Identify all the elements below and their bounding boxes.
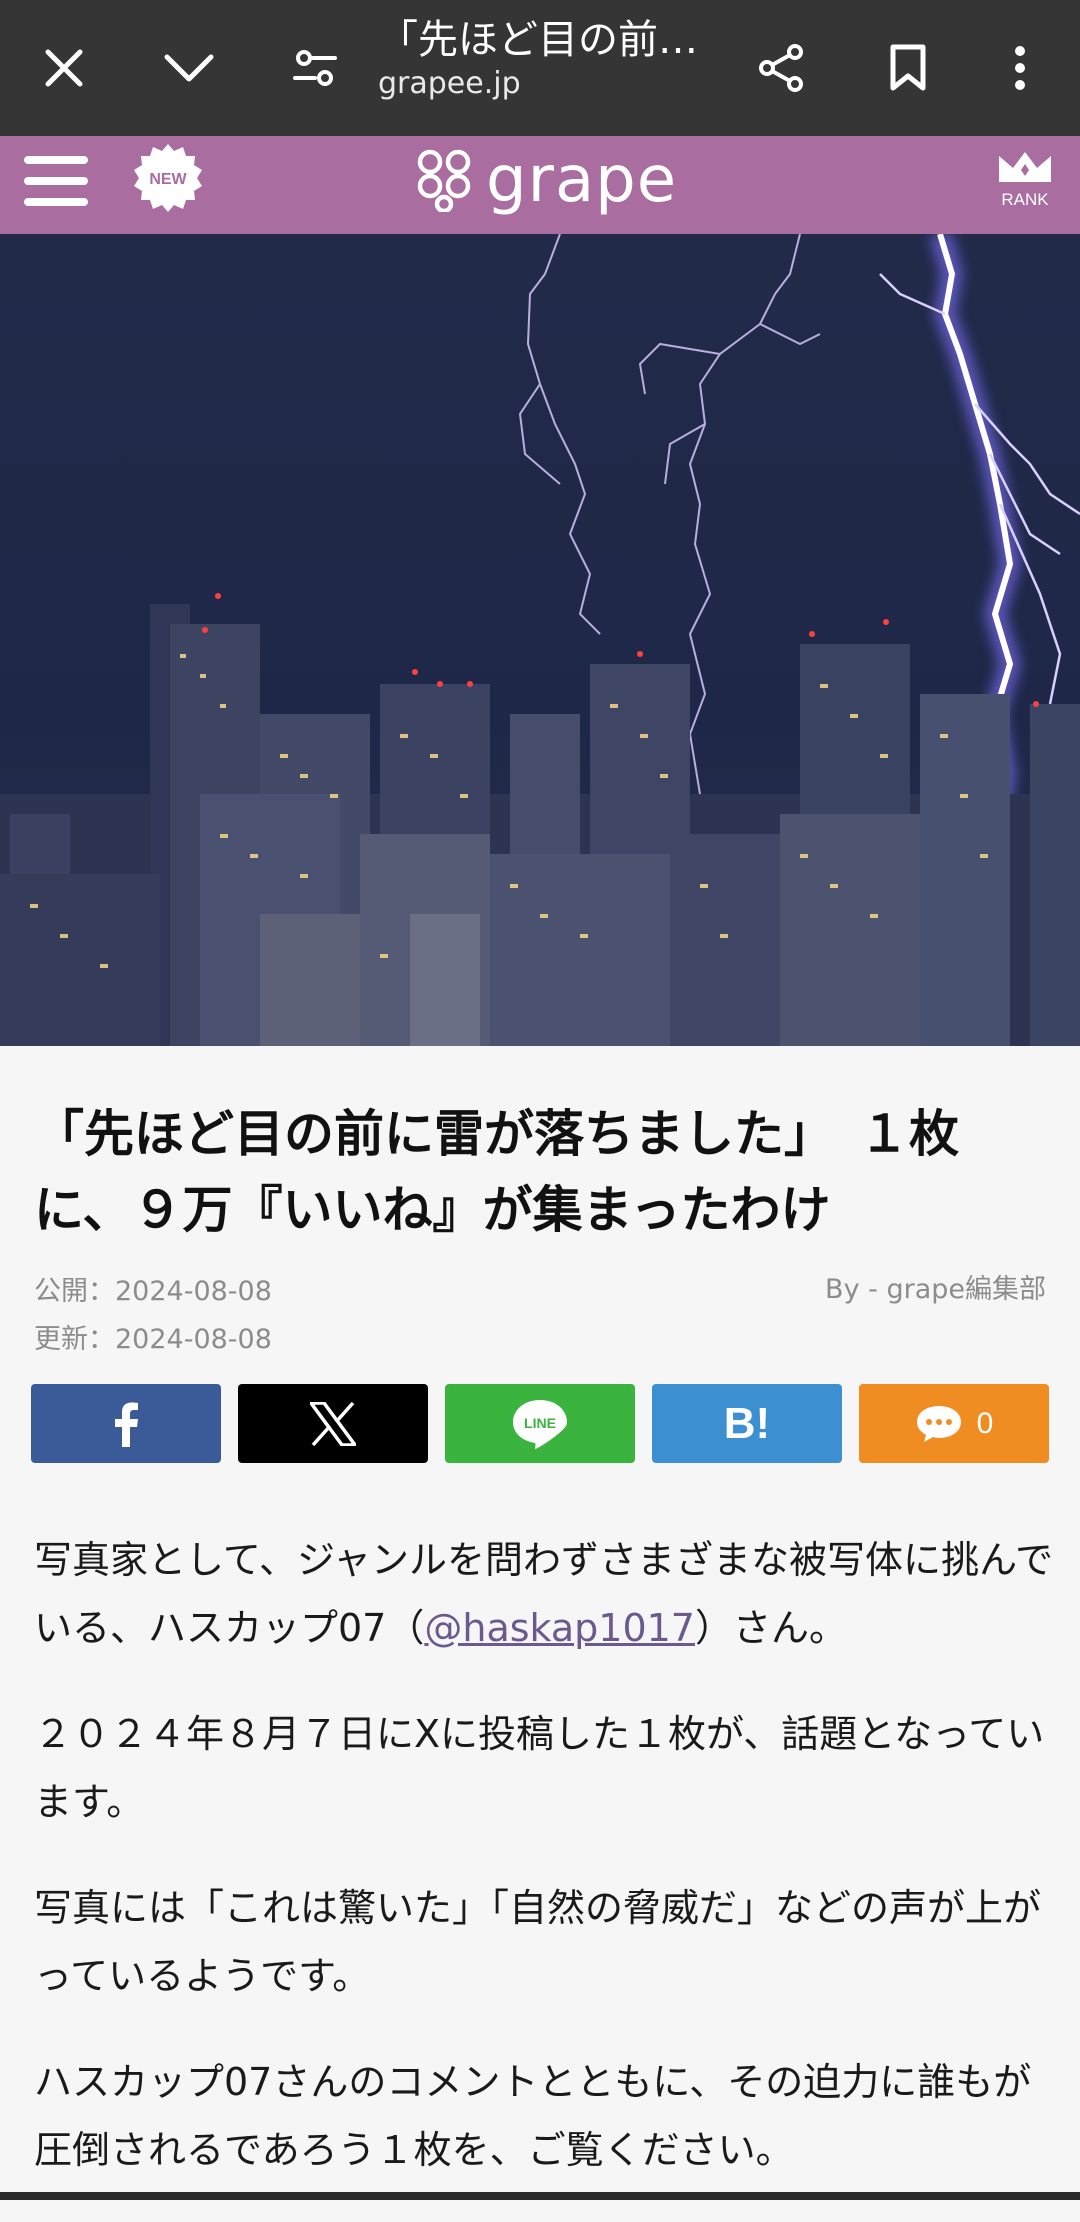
paragraph-3: 写真には「これは驚いた」「自然の脅威だ」などの声が上がっているようです。 bbox=[34, 1886, 1042, 1998]
comment-bubble-icon bbox=[916, 1405, 961, 1442]
facebook-share-button[interactable] bbox=[31, 1384, 221, 1463]
new-badge-text: NEW bbox=[149, 171, 187, 188]
site-settings-button[interactable] bbox=[265, 18, 365, 118]
tune-icon bbox=[293, 50, 337, 86]
logo-text: grape bbox=[486, 143, 678, 217]
comment-count: 0 bbox=[976, 1406, 994, 1440]
published-date: 公開：2024-08-08 bbox=[34, 1276, 272, 1307]
x-logo-icon bbox=[310, 1401, 356, 1446]
line-icon: LINE bbox=[513, 1399, 567, 1449]
url-text: grapee.jp bbox=[378, 66, 521, 101]
share-page-button[interactable] bbox=[732, 18, 832, 118]
page-title-area[interactable]: 「先ほど目の前… grapee.jp bbox=[378, 14, 728, 102]
crown-icon bbox=[999, 152, 1051, 182]
hero-image bbox=[0, 234, 1080, 1046]
author-byline[interactable]: By - grape編集部 bbox=[825, 1268, 1046, 1312]
bookmark-button[interactable] bbox=[858, 18, 958, 118]
close-icon bbox=[45, 49, 83, 87]
more-options-button[interactable] bbox=[970, 18, 1070, 118]
new-badge-button[interactable]: NEW bbox=[132, 142, 204, 218]
new-badge-icon: NEW bbox=[134, 144, 202, 212]
chevron-down-icon bbox=[164, 54, 214, 82]
paragraph-1-tail: ）さん。 bbox=[694, 1606, 847, 1650]
hamburger-menu-icon[interactable] bbox=[24, 156, 88, 214]
hatena-bookmark-button[interactable]: B! bbox=[652, 1384, 842, 1463]
grape-logo-icon bbox=[417, 149, 471, 212]
paragraph-2: ２０２４年８月７日にXに投稿した１枚が、話題となっています。 bbox=[34, 1712, 1045, 1824]
x-share-button[interactable] bbox=[238, 1384, 428, 1463]
share-buttons: LINE B! 0 bbox=[31, 1384, 1051, 1463]
share-icon bbox=[759, 44, 803, 92]
more-vert-icon bbox=[1015, 46, 1025, 90]
tab-title: 「先ほど目の前… bbox=[378, 17, 698, 63]
facebook-icon bbox=[115, 1402, 138, 1447]
haskap-profile-link[interactable]: @haskap1017 bbox=[424, 1606, 695, 1650]
lightning-cityscape-image bbox=[0, 234, 1080, 1046]
line-share-button[interactable]: LINE bbox=[445, 1384, 635, 1463]
paragraph-1: 写真家として、ジャンルを問わずさまざまな被写体に挑んでいる、ハスカップ07（@h… bbox=[34, 1526, 1054, 1662]
updated-date: 更新：2024-08-08 bbox=[34, 1324, 272, 1355]
article-dates: 公開：2024-08-08 更新：2024-08-08 bbox=[34, 1268, 272, 1364]
close-tab-button[interactable] bbox=[14, 18, 114, 118]
article-title: 「先ほど目の前に雷が落ちました」 １枚に、９万『いいね』が集まったわけ bbox=[34, 1105, 959, 1239]
bottom-edge bbox=[0, 2192, 1080, 2200]
svg-text:LINE: LINE bbox=[524, 1415, 556, 1431]
paragraph-4: ハスカップ07さんのコメントとともに、その迫力に誰もが圧倒されるであろう１枚を、… bbox=[34, 2060, 1032, 2172]
site-logo[interactable]: grape bbox=[412, 140, 677, 220]
article-body: 写真家として、ジャンルを問わずさまざまな被写体に挑んでいる、ハスカップ07（@h… bbox=[34, 1526, 1054, 2222]
rank-button[interactable]: RANK bbox=[994, 148, 1056, 210]
comment-button[interactable]: 0 bbox=[859, 1384, 1049, 1463]
rank-label: RANK bbox=[1001, 190, 1049, 209]
bookmark-icon bbox=[890, 44, 926, 91]
browser-toolbar: 「先ほど目の前… grapee.jp bbox=[0, 0, 1080, 136]
minimize-button[interactable] bbox=[139, 18, 239, 118]
